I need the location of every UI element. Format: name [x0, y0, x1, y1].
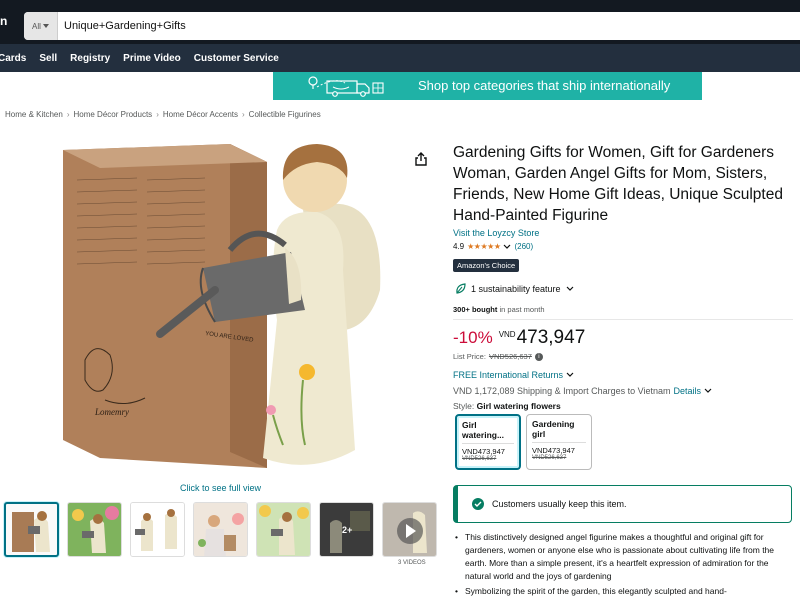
product-title: Gardening Gifts for Women, Gift for Gard… [453, 144, 783, 224]
star-rating-icon: ★★★★★ [467, 242, 501, 251]
price-amount: 473,947 [516, 327, 586, 348]
thumbnail-strip: 2+ [4, 502, 437, 557]
price-currency: VND [498, 330, 516, 339]
nav-bar: Cards Sell Registry Prime Video Customer… [0, 44, 800, 72]
price-row: -10% VND 473,947 [453, 327, 585, 349]
department-label: All [32, 21, 41, 31]
rating-row[interactable]: 4.9 ★★★★★ (260) [453, 242, 533, 251]
thumbnail-2[interactable] [67, 502, 122, 557]
video-caption: 3 VIDEOS [398, 560, 426, 566]
chevron-down-icon[interactable] [704, 388, 712, 394]
more-images-label: 2+ [342, 525, 353, 535]
breadcrumb-separator-icon: › [156, 110, 159, 119]
sustainability-label: 1 sustainability feature [471, 283, 561, 294]
feature-bullet: This distinctively designed angel figuri… [453, 531, 793, 583]
search-input[interactable] [58, 20, 658, 32]
style-selected-value: Girl watering flowers [476, 401, 561, 411]
style-option-list-price: VND526,637 [462, 456, 497, 462]
style-option-name: Girl watering... [462, 420, 505, 440]
breadcrumb-separator-icon: › [66, 110, 70, 119]
feature-bullet: Symbolizing the spirit of the garden, th… [453, 585, 793, 598]
shipping-details-link[interactable]: Details [673, 386, 701, 396]
breadcrumb-home-decor-accents[interactable]: Home Décor Accents [163, 110, 238, 119]
sustainability-feature[interactable]: 1 sustainability feature [455, 283, 574, 294]
leaf-icon [456, 283, 466, 294]
style-label-prefix: Style: [453, 401, 475, 411]
shipping-text: VND 1,172,089 Shipping & Import Charges … [453, 386, 671, 396]
style-option-girl-watering[interactable]: Girl watering... VND473,947 VND526,637 [455, 414, 521, 470]
chevron-down-icon[interactable] [503, 244, 511, 250]
style-option-price: VND473,947 [532, 446, 575, 455]
style-option-gardening-girl[interactable]: Gardening girl VND473,947 VND526,637 [526, 414, 592, 470]
breadcrumb-home-decor-products[interactable]: Home Décor Products [73, 110, 152, 119]
divider [462, 443, 514, 444]
nav-item-customer-service[interactable]: Customer Service [194, 53, 279, 64]
logo-fragment[interactable]: n [0, 14, 7, 28]
keep-message: Customers usually keep this item. [492, 499, 627, 509]
box-brand-text: Lomemry [94, 407, 129, 417]
style-label: Style: Girl watering flowers [453, 401, 561, 411]
divider [453, 319, 793, 320]
shipping-charges: VND 1,172,089 Shipping & Import Charges … [453, 386, 712, 396]
style-option-name: Gardening girl [532, 419, 575, 439]
amazons-choice-badge: Amazon's Choice [453, 259, 520, 272]
discount-percent: -10% [453, 328, 493, 347]
chevron-down-icon [42, 24, 49, 28]
delivery-truck-icon [308, 76, 384, 97]
breadcrumb: Home & Kitchen › Home Décor Products › H… [5, 110, 321, 119]
bought-suffix: in past month [497, 305, 545, 314]
list-price-value: VND526,637 [488, 352, 532, 361]
full-view-link[interactable]: Click to see full view [180, 483, 261, 493]
breadcrumb-collectible-figurines[interactable]: Collectible Figurines [249, 110, 321, 119]
bought-count: 300+ bought [453, 305, 498, 314]
rating-value: 4.9 [453, 242, 465, 251]
breadcrumb-home-kitchen[interactable]: Home & Kitchen [5, 110, 63, 119]
customers-keep-notice: Customers usually keep this item. [453, 485, 792, 523]
list-price-label: List Price: [453, 352, 486, 361]
review-count[interactable]: (260) [514, 242, 533, 251]
share-icon[interactable] [414, 152, 428, 166]
video-thumbnail[interactable] [382, 502, 437, 557]
banner-text: Shop top categories that ship internatio… [418, 78, 671, 93]
style-option-list-price: VND526,637 [532, 455, 567, 461]
style-option-price: VND473,947 [462, 447, 505, 456]
divider [532, 442, 586, 443]
check-circle-icon [472, 498, 484, 510]
feature-bullets: This distinctively designed angel figuri… [453, 531, 793, 600]
chevron-down-icon [566, 286, 573, 291]
main-product-image[interactable]: Lomemry YOU ARE LOVED [55, 140, 395, 475]
thumbnail-1[interactable] [4, 502, 59, 557]
chevron-down-icon [566, 372, 574, 377]
bought-in-past-month: 300+ bought in past month [453, 305, 545, 314]
thumbnail-6-more[interactable]: 2+ [319, 502, 374, 557]
thumbnail-4[interactable] [193, 502, 248, 557]
nav-item-prime-video[interactable]: Prime Video [123, 53, 181, 64]
nav-item-gift-cards[interactable]: Cards [0, 53, 26, 64]
thumbnail-5[interactable] [256, 502, 311, 557]
top-header: n All [0, 0, 800, 44]
search-bar: All [24, 12, 800, 40]
international-shipping-banner[interactable]: Shop top categories that ship internatio… [273, 72, 702, 100]
info-icon[interactable]: i [534, 352, 543, 361]
thumbnail-3[interactable] [130, 502, 185, 557]
returns-label: FREE International Returns [453, 370, 564, 380]
free-returns-link[interactable]: FREE International Returns [453, 370, 574, 380]
store-link[interactable]: Visit the Loyzcy Store [453, 228, 539, 238]
breadcrumb-separator-icon: › [242, 110, 245, 119]
department-dropdown[interactable]: All [24, 12, 58, 40]
list-price: List Price: VND526,637 i [453, 352, 543, 361]
nav-item-registry[interactable]: Registry [70, 53, 110, 64]
nav-item-sell[interactable]: Sell [39, 53, 57, 64]
